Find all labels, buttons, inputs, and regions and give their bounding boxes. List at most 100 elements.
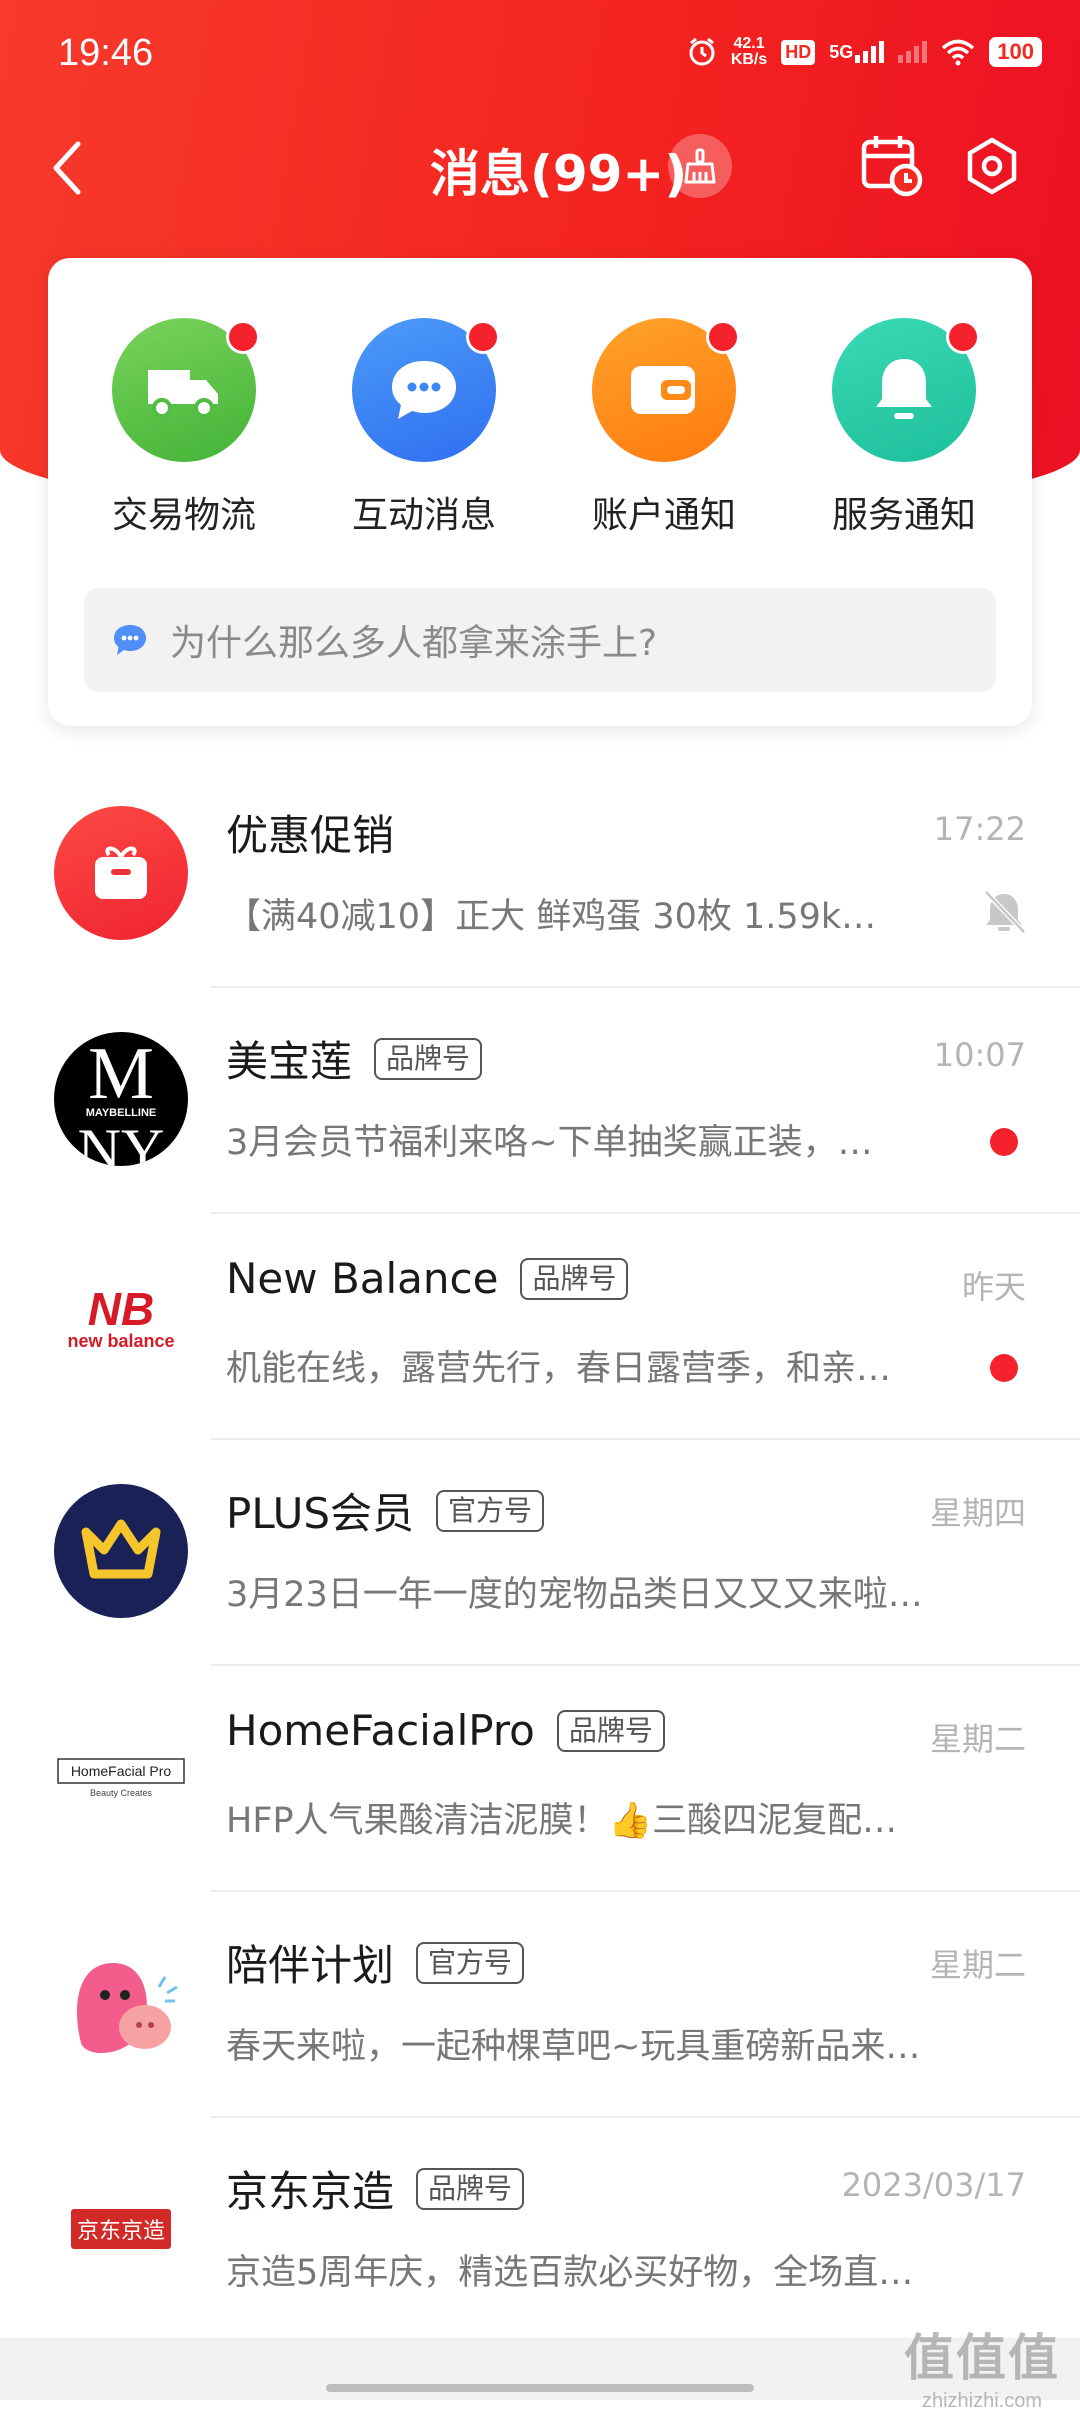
pink-mascot-icon xyxy=(76,1963,178,2053)
category-account-circle xyxy=(592,318,740,462)
top-nav: 消息(99+) xyxy=(0,120,1080,220)
message-time: 10:07 xyxy=(933,1036,1026,1074)
calendar-button[interactable] xyxy=(858,132,924,202)
chat-hint-icon xyxy=(114,625,146,655)
avatar-jd-jingzao: 京东京造 xyxy=(54,2162,188,2296)
message-preview: 机能在线，露营先行，春日露营季，和亲… xyxy=(226,1349,892,1389)
message-title: 优惠促销 xyxy=(226,802,394,863)
wifi-icon xyxy=(942,39,975,66)
maybelline-ny-letters: NY xyxy=(78,1117,165,1166)
message-preview: 3月23日一年一度的宠物品类日又又又来啦… xyxy=(226,1575,923,1615)
watermark-url: zhizhizhi.com xyxy=(921,2390,1043,2412)
message-time: 17:22 xyxy=(933,810,1026,848)
unread-dot xyxy=(226,320,260,354)
category-label: 服务通知 xyxy=(831,495,976,536)
settings-hex-icon xyxy=(967,137,1017,195)
message-title: HomeFacialPro 品牌号 xyxy=(226,1706,665,1755)
settings-button[interactable] xyxy=(962,136,1022,200)
unread-dot xyxy=(946,320,980,354)
category-service-circle xyxy=(832,318,980,462)
avatar-new-balance: NB new balance xyxy=(54,1258,188,1392)
gift-box-icon xyxy=(95,846,147,899)
battery-indicator: 100 xyxy=(989,37,1042,67)
new-balance-logo: NB new balance xyxy=(67,1285,174,1351)
hfp-wordmark: HomeFacial Pro xyxy=(71,1763,172,1779)
maybelline-logo: M MAYBELLINE NY xyxy=(78,1033,165,1166)
avatar xyxy=(54,806,188,940)
chat-bubble-icon xyxy=(392,361,456,419)
broom-icon xyxy=(684,148,716,184)
net-speed: 42.1 KB/s xyxy=(731,36,767,68)
category-grid: 交易物流 互动消息 账户通知 服务通知 xyxy=(48,258,1032,558)
signal-5g: 5G xyxy=(829,41,885,63)
avatar-homefacialpro: HomeFacial Pro Beauty Creates xyxy=(54,1710,188,1844)
sender-name: HomeFacialPro xyxy=(226,1706,535,1755)
back-button[interactable] xyxy=(48,138,88,202)
message-title: 美宝莲 品牌号 xyxy=(226,1028,483,1089)
account-type-tag: 品牌号 xyxy=(520,1257,629,1300)
network-label: 5G xyxy=(829,42,854,62)
message-time: 星期二 xyxy=(929,1720,1026,1758)
avatar-maybelline: M MAYBELLINE NY xyxy=(54,1032,188,1166)
jd-jingzao-logo: 京东京造 xyxy=(70,2209,171,2249)
message-preview: 春天来啦，一起种棵草吧~玩具重磅新品来… xyxy=(226,2027,921,2067)
unread-dot xyxy=(990,1354,1018,1382)
net-speed-unit: KB/s xyxy=(730,51,768,68)
category-service-notice[interactable]: 服务通知 xyxy=(804,318,1004,538)
category-account-notice[interactable]: 账户通知 xyxy=(564,318,764,538)
unread-dot xyxy=(990,1128,1018,1156)
muted-bell-icon xyxy=(984,890,1026,934)
nb-mark: NB xyxy=(88,1285,154,1335)
message-title: PLUS会员 官方号 xyxy=(226,1480,545,1541)
message-preview: 3月会员节福利来咯~下单抽奖赢正装，… xyxy=(226,1123,873,1163)
wallet-icon xyxy=(631,366,695,414)
list-item[interactable]: NB new balance New Balance 品牌号 昨天 机能在线，露… xyxy=(0,1214,1080,1440)
signal-bars-secondary-icon xyxy=(898,41,928,63)
list-item[interactable]: 优惠促销 17:22 【满40减10】正大 鲜鸡蛋 30枚 1.59k… xyxy=(0,762,1080,988)
alarm-icon xyxy=(689,37,715,66)
back-icon xyxy=(53,141,81,195)
list-item[interactable]: 京东京造 京东京造 品牌号 2023/03/17 京造5周年庆，精选百款必买好物… xyxy=(0,2118,1080,2344)
sender-name: 优惠促销 xyxy=(226,811,395,860)
unread-dot xyxy=(466,320,500,354)
avatar-plus xyxy=(54,1484,188,1618)
message-time: 星期二 xyxy=(929,1946,1026,1984)
hfp-tagline: Beauty Creates xyxy=(90,1788,153,1798)
category-label: 交易物流 xyxy=(111,495,256,536)
mute-indicator xyxy=(980,888,1028,940)
message-title: 京东京造 品牌号 xyxy=(226,2158,525,2219)
account-type-tag: 官方号 xyxy=(416,1941,525,1984)
sender-name: 京东京造 xyxy=(226,2167,395,2216)
category-interaction-messages[interactable]: 互动消息 xyxy=(324,318,524,538)
search-placeholder: 为什么那么多人都拿来涂手上? xyxy=(170,623,658,664)
message-time: 星期四 xyxy=(929,1494,1026,1532)
sender-name: 陪伴计划 xyxy=(226,1941,395,1990)
message-preview: 【满40减10】正大 鲜鸡蛋 30枚 1.59k… xyxy=(226,897,877,937)
sender-name: 美宝莲 xyxy=(226,1037,353,1086)
list-item[interactable]: PLUS会员 官方号 星期四 3月23日一年一度的宠物品类日又又又来啦… xyxy=(0,1440,1080,1666)
message-time: 昨天 xyxy=(961,1268,1026,1306)
watermark-logo: 值值值 xyxy=(904,2329,1060,2387)
nb-wordmark: new balance xyxy=(67,1331,174,1351)
message-title: New Balance 品牌号 xyxy=(226,1254,629,1303)
status-bar: 19:46 42.1 KB/s HD 5G 100 xyxy=(0,0,1080,110)
account-type-tag: 品牌号 xyxy=(374,1037,483,1080)
hd-badge: HD xyxy=(781,39,816,65)
category-trade-logistics[interactable]: 交易物流 xyxy=(84,318,284,538)
bell-icon xyxy=(876,359,932,419)
list-item[interactable]: 陪伴计划 官方号 星期二 春天来啦，一起种棵草吧~玩具重磅新品来… xyxy=(0,1892,1080,2118)
signal-bars-icon xyxy=(855,41,885,63)
net-speed-value: 42.1 xyxy=(733,35,765,52)
clear-unread-button[interactable] xyxy=(668,134,732,198)
calendar-clock-icon xyxy=(861,136,923,197)
list-item[interactable]: M MAYBELLINE NY 美宝莲 品牌号 10:07 3月会员节福利来咯~… xyxy=(0,988,1080,1214)
unread-dot xyxy=(706,320,740,354)
category-label: 互动消息 xyxy=(351,495,496,536)
list-item[interactable]: HomeFacial Pro Beauty Creates HomeFacial… xyxy=(0,1666,1080,1892)
crown-icon xyxy=(81,1519,161,1579)
status-icons: 42.1 KB/s HD 5G 100 xyxy=(687,36,1042,68)
message-preview: HFP人气果酸清洁泥膜！👍三酸四泥复配… xyxy=(226,1801,898,1841)
message-list: 优惠促销 17:22 【满40减10】正大 鲜鸡蛋 30枚 1.59k… M M… xyxy=(0,762,1080,2344)
home-indicator[interactable] xyxy=(326,2384,754,2392)
search-bar[interactable]: 为什么那么多人都拿来涂手上? xyxy=(84,588,996,692)
